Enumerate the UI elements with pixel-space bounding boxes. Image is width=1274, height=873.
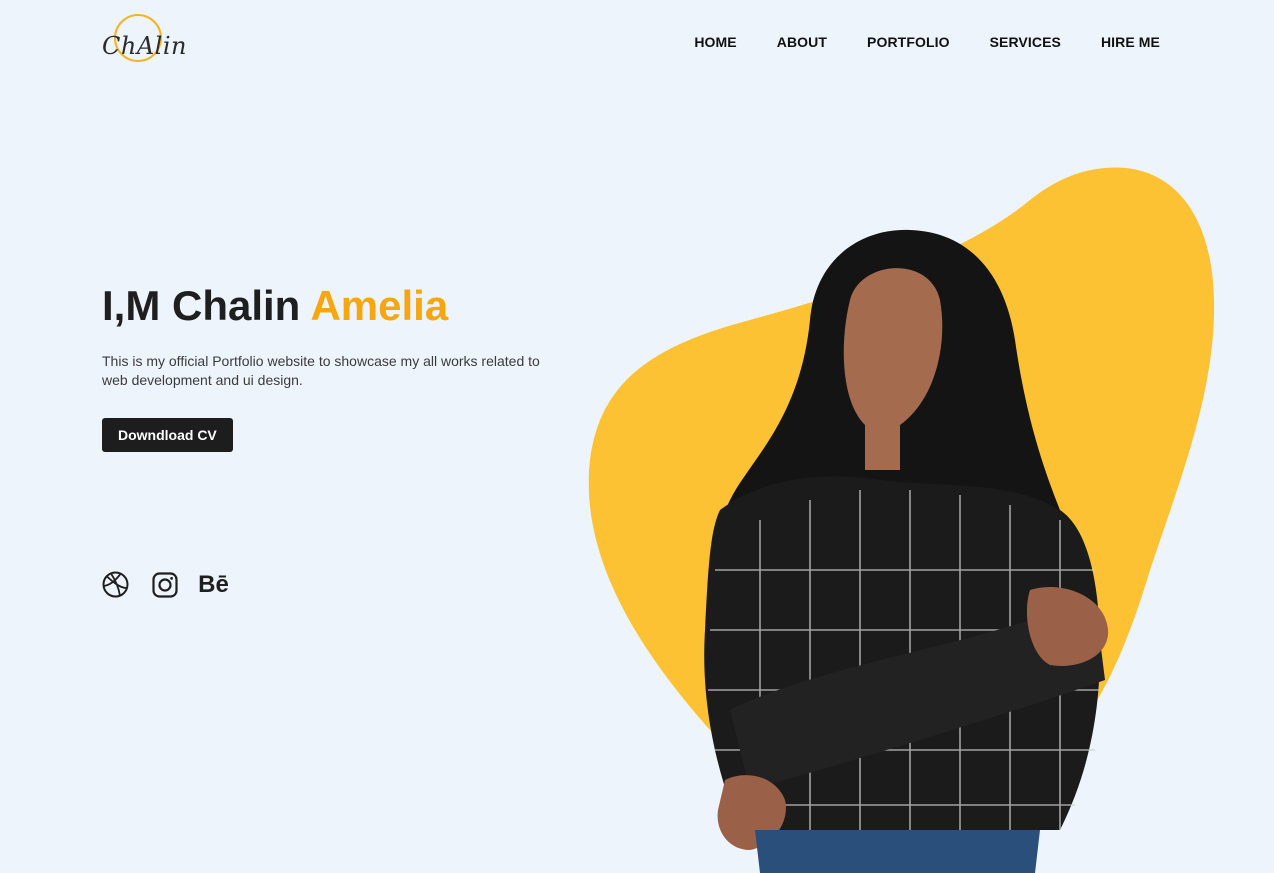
hero-illustration xyxy=(588,167,1215,873)
hero-description: This is my official Portfolio website to… xyxy=(102,353,540,388)
nav-link-home[interactable]: HOME xyxy=(694,34,736,50)
nav-item-services: SERVICES xyxy=(990,34,1061,52)
hero-title-accent: Amelia xyxy=(310,282,449,329)
nav-link-portfolio[interactable]: PORTFOLIO xyxy=(867,34,950,50)
nav-item-about: ABOUT xyxy=(777,34,827,52)
hero-title-name: I,M Chalin xyxy=(102,282,311,329)
dribbble-icon[interactable] xyxy=(102,571,129,598)
nav-item-portfolio: PORTFOLIO xyxy=(867,34,950,52)
nav-link-services[interactable]: SERVICES xyxy=(990,34,1061,50)
nav-link-about[interactable]: ABOUT xyxy=(777,34,827,50)
hero-title: I,M Chalin Amelia xyxy=(102,282,449,329)
social-links: Bē xyxy=(102,570,229,598)
main-nav: HOME ABOUT PORTFOLIO SERVICES HIRE ME xyxy=(694,34,1160,52)
download-cv-button[interactable]: Downdload CV xyxy=(102,418,233,452)
logo-text: ChAlin xyxy=(102,32,187,60)
behance-icon[interactable]: Bē xyxy=(198,570,229,598)
portrait-jeans xyxy=(755,830,1040,873)
nav-item-home: HOME xyxy=(694,34,736,52)
logo[interactable]: ChAlin xyxy=(102,14,194,70)
nav-link-hire-me[interactable]: HIRE ME xyxy=(1101,34,1160,50)
behance-label: Bē xyxy=(198,570,229,598)
nav-item-hire-me: HIRE ME xyxy=(1101,34,1160,52)
instagram-icon[interactable] xyxy=(151,571,178,598)
